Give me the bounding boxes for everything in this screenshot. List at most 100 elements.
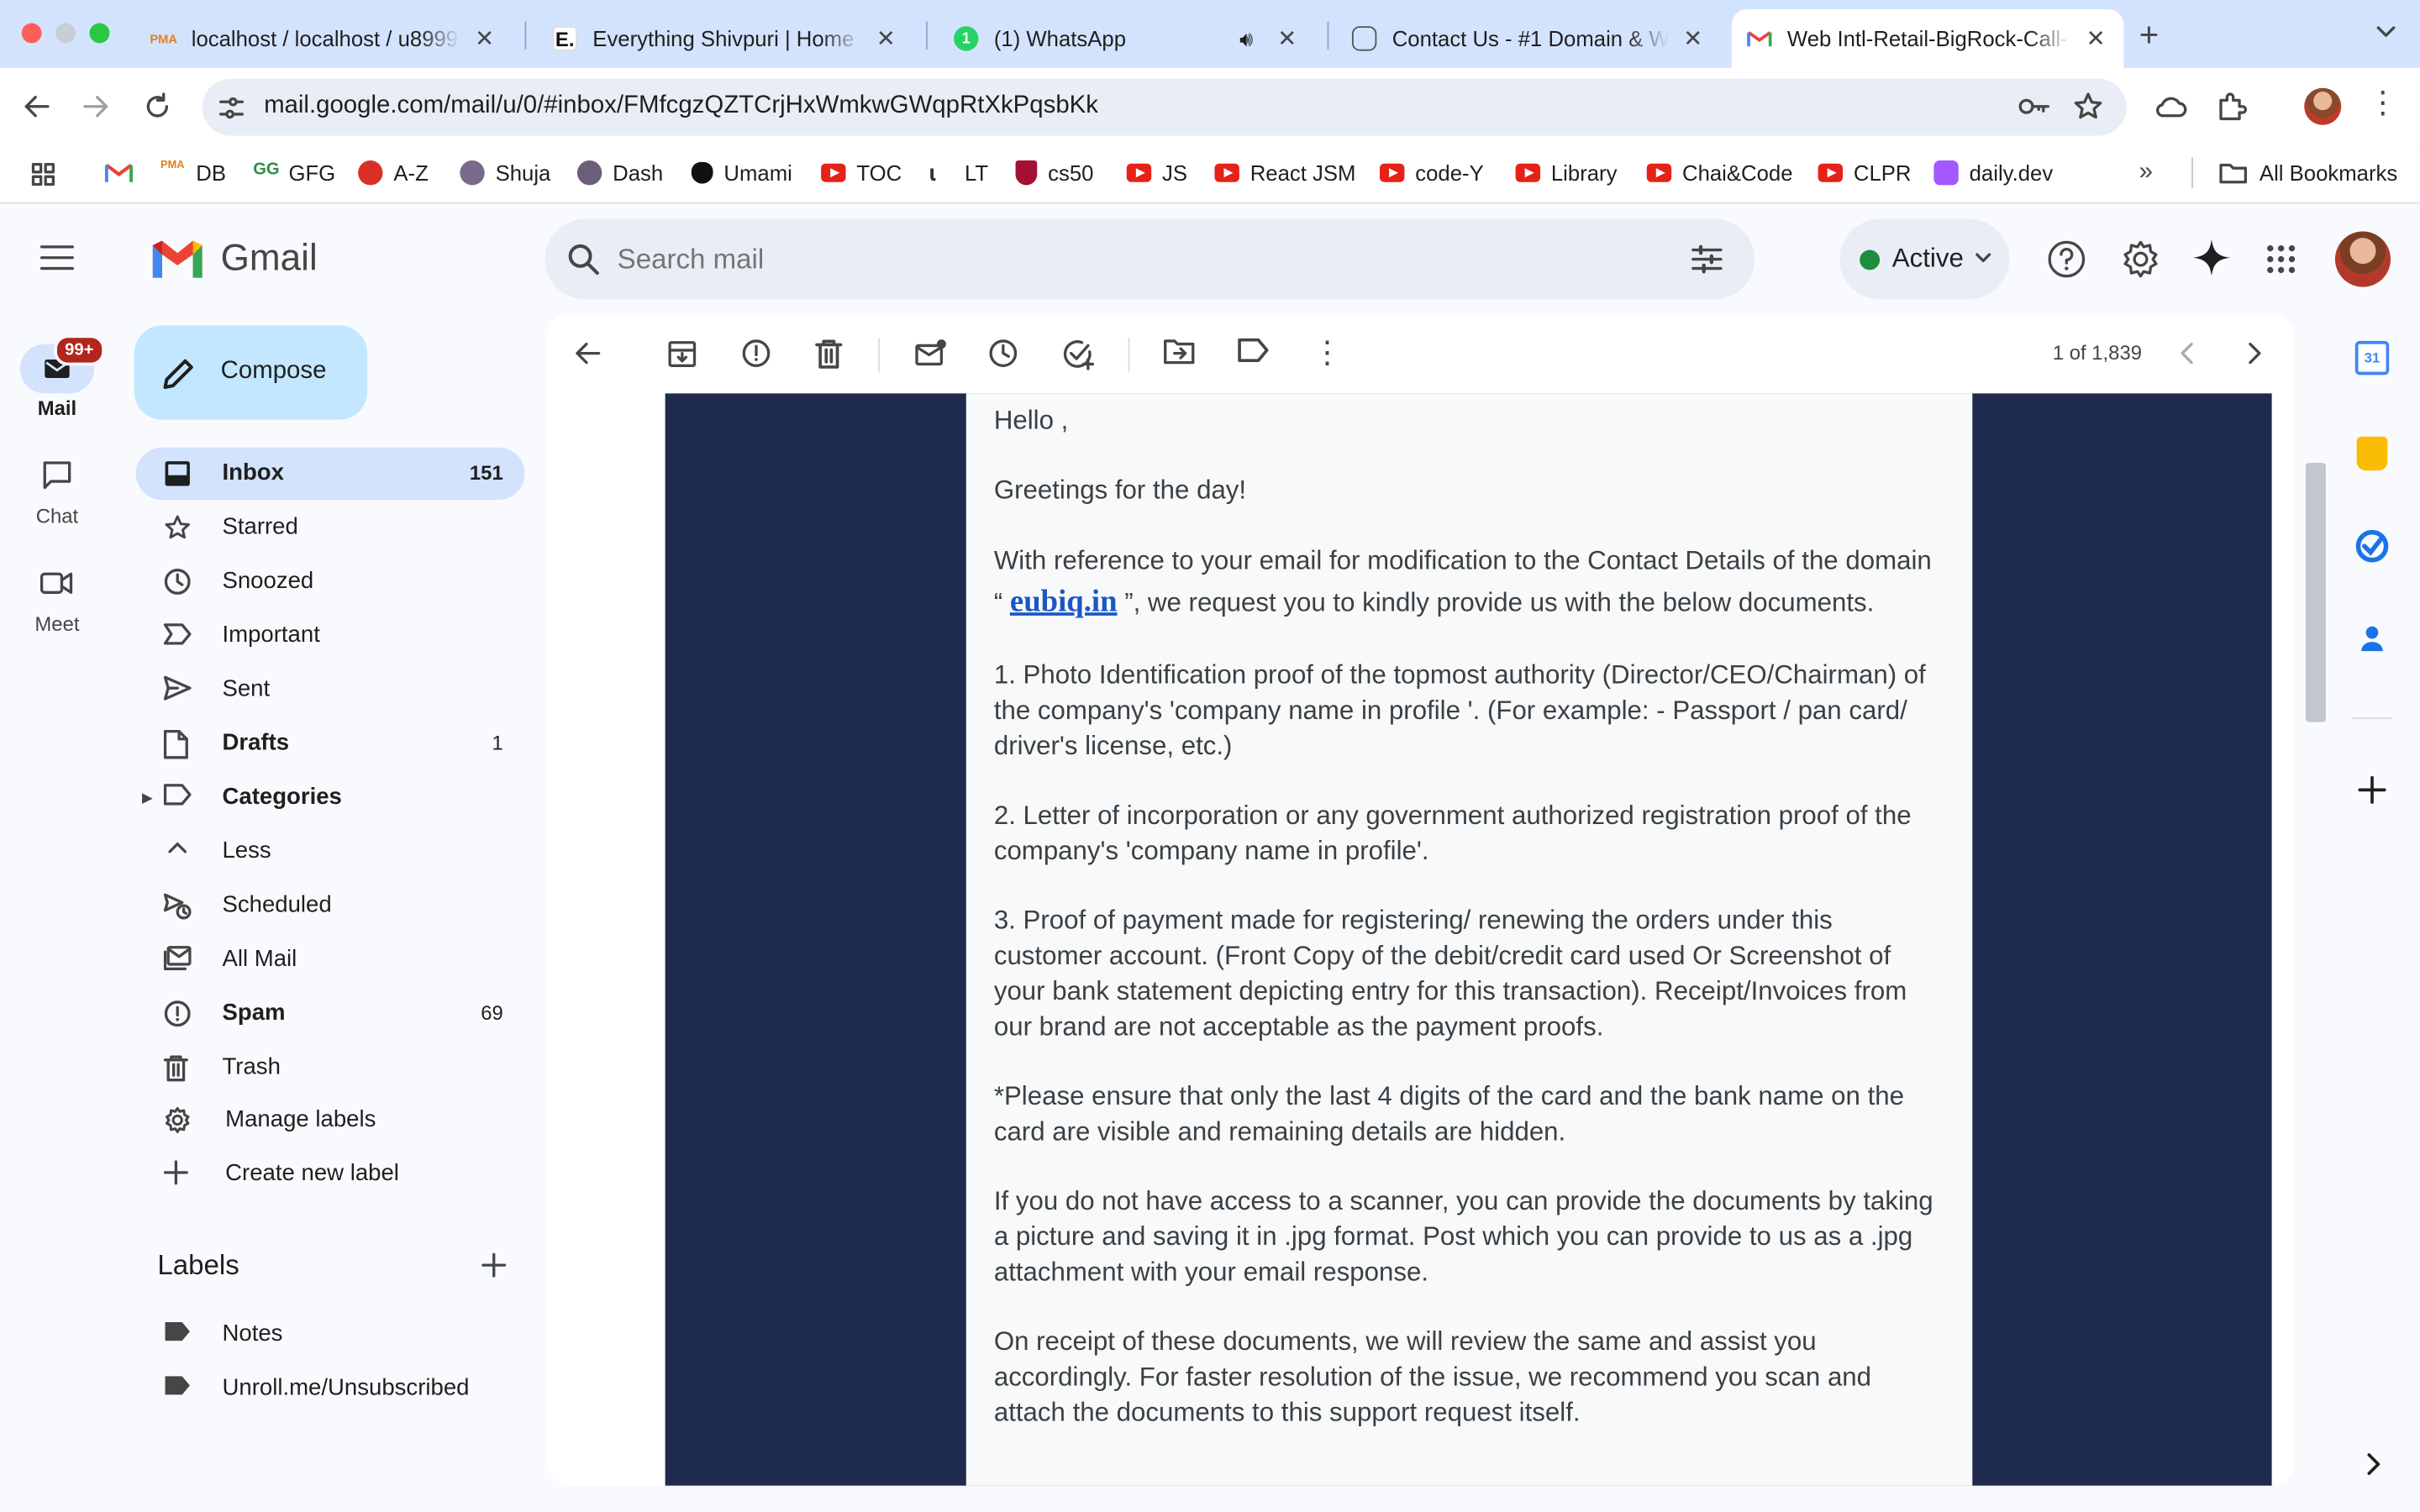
bookmark-chai-code[interactable]: Chai&Code: [1646, 160, 1793, 185]
password-key-icon[interactable]: [2018, 92, 2051, 120]
keep-bulb-icon[interactable]: [2356, 436, 2388, 471]
apps-grid-icon[interactable]: [31, 162, 55, 186]
browser-tab[interactable]: PMA localhost / localhost / u89992 ✕: [139, 9, 509, 68]
add-task-icon[interactable]: [1062, 338, 1096, 371]
nav-sent[interactable]: Sent: [136, 664, 525, 716]
search-bar[interactable]: [544, 218, 1755, 300]
contacts-icon[interactable]: [2360, 625, 2384, 653]
older-chevron-icon[interactable]: [2244, 338, 2266, 369]
add-label-icon[interactable]: [481, 1252, 507, 1278]
cloud-sync-icon[interactable]: [2154, 91, 2188, 122]
bookmark-react-jsm[interactable]: React JSM: [1214, 160, 1355, 185]
nav-inbox[interactable]: Inbox 151: [135, 447, 525, 501]
profile-avatar[interactable]: [2304, 87, 2342, 125]
newer-chevron-icon[interactable]: [2176, 338, 2198, 369]
bookmark-lt[interactable]: ɩ LT: [929, 160, 988, 186]
chat-icon[interactable]: [42, 459, 73, 491]
browser-tab[interactable]: 1 (1) WhatsApp 🔊︎ ✕: [941, 9, 1312, 68]
extensions-puzzle-icon[interactable]: [2217, 91, 2248, 122]
close-tab-icon[interactable]: ✕: [1275, 24, 1299, 52]
back-to-inbox-icon[interactable]: [572, 338, 603, 369]
label-as-icon[interactable]: [1238, 338, 1269, 363]
get-addons-plus-icon[interactable]: [2358, 775, 2386, 804]
settings-gear-icon[interactable]: [2121, 239, 2161, 280]
bookmark-umami[interactable]: Umami: [691, 160, 792, 185]
nav-create-label[interactable]: Create new label: [136, 1148, 525, 1200]
browser-tab[interactable]: E. Everything Shivpuri | Home ✕: [540, 9, 911, 68]
tab-search-icon[interactable]: [2374, 18, 2398, 43]
bookmark-db[interactable]: PMA DB: [160, 160, 226, 185]
label-unroll-me[interactable]: Unroll.me/Unsubscribed: [136, 1362, 525, 1415]
all-bookmarks[interactable]: All Bookmarks: [2219, 160, 2397, 185]
nav-scheduled[interactable]: Scheduled: [136, 879, 525, 932]
bookmark-clpr[interactable]: CLPR: [1818, 160, 1911, 185]
account-avatar[interactable]: [2334, 231, 2391, 287]
meet-video-icon[interactable]: [39, 570, 74, 597]
window-close-button[interactable]: [21, 23, 42, 44]
meet-rail-label[interactable]: Meet: [0, 612, 114, 636]
bookmark-daily-dev[interactable]: daily.dev: [1933, 160, 2053, 186]
report-spam-icon[interactable]: [741, 338, 772, 369]
close-tab-icon[interactable]: ✕: [874, 24, 898, 52]
more-bookmarks-icon[interactable]: »: [2139, 159, 2153, 186]
bookmark-cs50[interactable]: cs50: [1015, 160, 1093, 186]
bookmark-a-z[interactable]: A-Z: [358, 160, 429, 186]
more-options-icon[interactable]: ⋮: [1312, 338, 1343, 369]
back-arrow-icon[interactable]: [22, 91, 53, 122]
close-tab-icon[interactable]: ✕: [472, 24, 497, 52]
nav-all-mail[interactable]: All Mail: [136, 933, 525, 985]
domain-link[interactable]: eubiq.in: [1010, 585, 1118, 618]
nav-important[interactable]: Important: [136, 609, 525, 661]
search-input[interactable]: [617, 239, 1544, 280]
nav-manage-labels[interactable]: Manage labels: [136, 1094, 525, 1146]
mark-unread-icon[interactable]: [913, 338, 947, 369]
reload-icon[interactable]: [142, 91, 173, 122]
window-zoom-button[interactable]: [89, 23, 110, 44]
speaker-icon[interactable]: 🔊︎: [1239, 25, 1253, 51]
nav-less[interactable]: Less: [136, 826, 525, 878]
delete-icon[interactable]: [815, 338, 843, 369]
browser-menu-icon[interactable]: ⋮: [2367, 88, 2398, 119]
nav-trash[interactable]: Trash: [136, 1042, 525, 1094]
nav-categories[interactable]: Categories: [136, 771, 525, 823]
window-minimize-button[interactable]: [55, 23, 76, 44]
address-bar[interactable]: mail.google.com/mail/u/0/#inbox/FMfcgzQZ…: [202, 78, 2127, 136]
status-button[interactable]: Active: [1839, 218, 2010, 300]
tasks-icon[interactable]: [2355, 529, 2389, 563]
bookmark-library[interactable]: Library: [1515, 160, 1617, 185]
bookmark-js[interactable]: JS: [1126, 160, 1187, 185]
search-icon[interactable]: [566, 242, 600, 276]
calendar-icon[interactable]: 31: [2354, 340, 2390, 375]
snooze-clock-icon[interactable]: [987, 338, 1018, 369]
bookmark-shuja[interactable]: Shuja: [460, 160, 550, 186]
compose-button[interactable]: Compose: [134, 325, 368, 420]
bookmark-gfg[interactable]: GG GFG: [253, 160, 335, 185]
archive-icon[interactable]: [666, 338, 697, 369]
bookmark-star-icon[interactable]: [2073, 91, 2104, 122]
nav-spam[interactable]: Spam 69: [136, 987, 525, 1039]
gmail-bookmark-icon[interactable]: [104, 162, 133, 184]
forward-arrow-icon[interactable]: [81, 91, 112, 122]
bookmark-toc[interactable]: TOC: [821, 160, 902, 185]
new-tab-button[interactable]: +: [2139, 15, 2160, 55]
help-icon[interactable]: [2046, 239, 2086, 280]
nav-snoozed[interactable]: Snoozed: [136, 555, 525, 607]
bookmark-code-y[interactable]: code-Y: [1380, 160, 1484, 185]
move-to-folder-icon[interactable]: [1164, 338, 1195, 365]
close-tab-icon[interactable]: ✕: [1681, 24, 1705, 52]
google-apps-icon[interactable]: [2265, 244, 2296, 275]
nav-starred[interactable]: Starred: [136, 501, 525, 554]
browser-tab[interactable]: Contact Us - #1 Domain & We ✕: [1339, 9, 1718, 68]
nav-drafts[interactable]: Drafts 1: [136, 717, 525, 769]
bookmark-dash[interactable]: Dash: [576, 160, 663, 186]
label-notes[interactable]: Notes: [136, 1309, 525, 1361]
hide-panel-chevron-icon[interactable]: [2365, 1452, 2383, 1476]
scrollbar-thumb[interactable]: [2306, 463, 2326, 722]
search-options-icon[interactable]: [1690, 242, 1723, 276]
site-info-icon[interactable]: [218, 94, 245, 122]
mail-rail-button[interactable]: 99+: [19, 334, 105, 394]
close-tab-icon[interactable]: ✕: [2084, 24, 2108, 52]
chat-rail-label[interactable]: Chat: [0, 505, 114, 528]
gemini-sparkle-icon[interactable]: [2191, 238, 2232, 278]
browser-tab-active[interactable]: Web Intl-Retail-BigRock-Call- ✕: [1731, 9, 2124, 68]
